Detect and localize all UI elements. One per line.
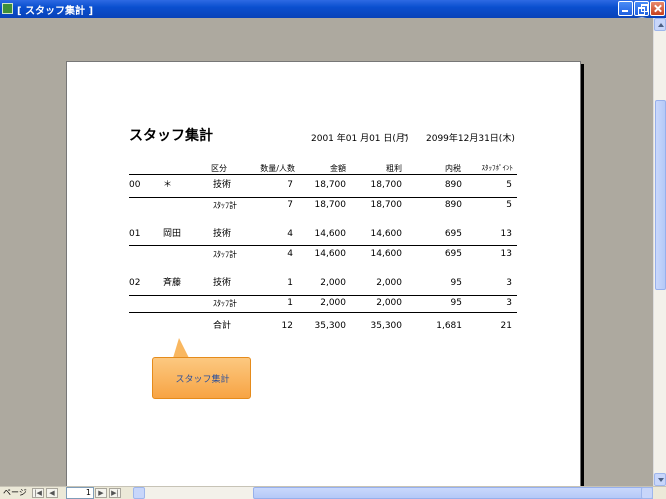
row-points: 3	[506, 278, 512, 288]
scroll-down-button[interactable]	[654, 473, 666, 486]
row-profit: 14,600	[370, 229, 403, 239]
row-tax: 695	[444, 229, 462, 239]
vertical-scrollbar[interactable]	[653, 18, 666, 486]
row-tax: 695	[444, 249, 462, 259]
row-profit: 18,700	[370, 200, 403, 210]
row-category: 合計	[213, 321, 232, 331]
row-name: 岡田	[163, 229, 182, 239]
row-quantity: 7	[287, 200, 293, 210]
row-rule	[129, 312, 517, 313]
row-tax: 890	[444, 200, 462, 210]
date-to: 2099年12月31日(木)	[426, 134, 515, 144]
horizontal-scroll-thumb[interactable]	[253, 487, 660, 499]
row-quantity: 4	[287, 229, 293, 239]
row-code: 00	[129, 180, 141, 190]
row-category: ｽﾀｯﾌ計	[213, 201, 237, 210]
row-points: 13	[500, 249, 512, 259]
horizontal-scrollbar[interactable]	[133, 487, 660, 499]
callout-label: スタッフ集計	[175, 375, 230, 385]
row-name: 斉藤	[163, 278, 182, 288]
date-separator: ~	[401, 131, 409, 141]
row-quantity: 1	[287, 298, 293, 308]
row-category: 技術	[213, 180, 232, 190]
row-code: 02	[129, 278, 141, 288]
row-quantity: 4	[287, 249, 293, 259]
restore-button[interactable]	[634, 1, 649, 16]
row-amount: 2,000	[320, 298, 346, 308]
row-category: 技術	[213, 229, 232, 239]
date-from: 2001 年01 月01 日(月)	[311, 134, 409, 144]
row-points: 5	[506, 200, 512, 210]
row-points: 5	[506, 180, 512, 190]
row-tax: 1,681	[436, 321, 462, 331]
row-rule	[129, 245, 517, 246]
row-amount: 35,300	[314, 321, 347, 331]
last-page-button[interactable]: ▶|	[109, 488, 121, 498]
scroll-up-button[interactable]	[654, 18, 666, 31]
header-profit: 粗利	[386, 164, 402, 173]
scroll-right-button[interactable]	[641, 487, 653, 499]
scroll-left-button[interactable]	[133, 487, 145, 499]
row-tax: 95	[450, 278, 462, 288]
prev-page-button[interactable]: ◀	[46, 488, 58, 498]
header-rule	[129, 174, 517, 175]
header-points: ｽﾀｯﾌﾎﾟｲﾝﾄ	[481, 164, 514, 172]
window-title: [ スタッフ集計 ]	[17, 6, 94, 17]
row-category: ｽﾀｯﾌ計	[213, 299, 237, 308]
header-amount: 金額	[330, 164, 346, 173]
row-amount: 14,600	[314, 249, 347, 259]
callout-box: スタッフ集計	[152, 357, 251, 399]
vertical-scroll-thumb[interactable]	[655, 100, 666, 290]
row-tax: 890	[444, 180, 462, 190]
row-points: 13	[500, 229, 512, 239]
row-profit: 35,300	[370, 321, 403, 331]
row-profit: 2,000	[376, 278, 402, 288]
row-amount: 2,000	[320, 278, 346, 288]
page-label: ページ	[3, 488, 27, 497]
row-category: 技術	[213, 278, 232, 288]
minimize-button[interactable]	[618, 1, 633, 16]
row-points: 3	[506, 298, 512, 308]
close-button[interactable]	[650, 1, 665, 16]
row-tax: 95	[450, 298, 462, 308]
row-profit: 14,600	[370, 249, 403, 259]
row-profit: 2,000	[376, 298, 402, 308]
row-profit: 18,700	[370, 180, 403, 190]
row-quantity: 1	[287, 278, 293, 288]
callout-tail	[173, 338, 189, 358]
row-quantity: 7	[287, 180, 293, 190]
first-page-button[interactable]: |◀	[32, 488, 44, 498]
row-category: ｽﾀｯﾌ計	[213, 250, 237, 259]
row-name: ＊	[163, 180, 173, 190]
row-code: 01	[129, 229, 141, 239]
row-points: 21	[500, 321, 512, 331]
bottom-bar: ページ |◀ ◀ 1 ▶ ▶|	[0, 486, 666, 499]
row-rule	[129, 197, 517, 198]
header-quantity: 数量/人数	[260, 164, 295, 173]
header-tax: 内税	[445, 164, 461, 173]
row-amount: 18,700	[314, 200, 347, 210]
row-amount: 14,600	[314, 229, 347, 239]
header-category: 区分	[211, 164, 227, 173]
page-number-input[interactable]: 1	[66, 487, 94, 499]
row-quantity: 12	[281, 321, 293, 331]
row-amount: 18,700	[314, 180, 347, 190]
scroll-corner	[653, 487, 666, 499]
row-rule	[129, 295, 517, 296]
title-bar: [ スタッフ集計 ]	[0, 0, 666, 18]
app-icon	[2, 3, 13, 14]
report-title: スタッフ集計	[129, 128, 213, 144]
next-page-button[interactable]: ▶	[95, 488, 107, 498]
